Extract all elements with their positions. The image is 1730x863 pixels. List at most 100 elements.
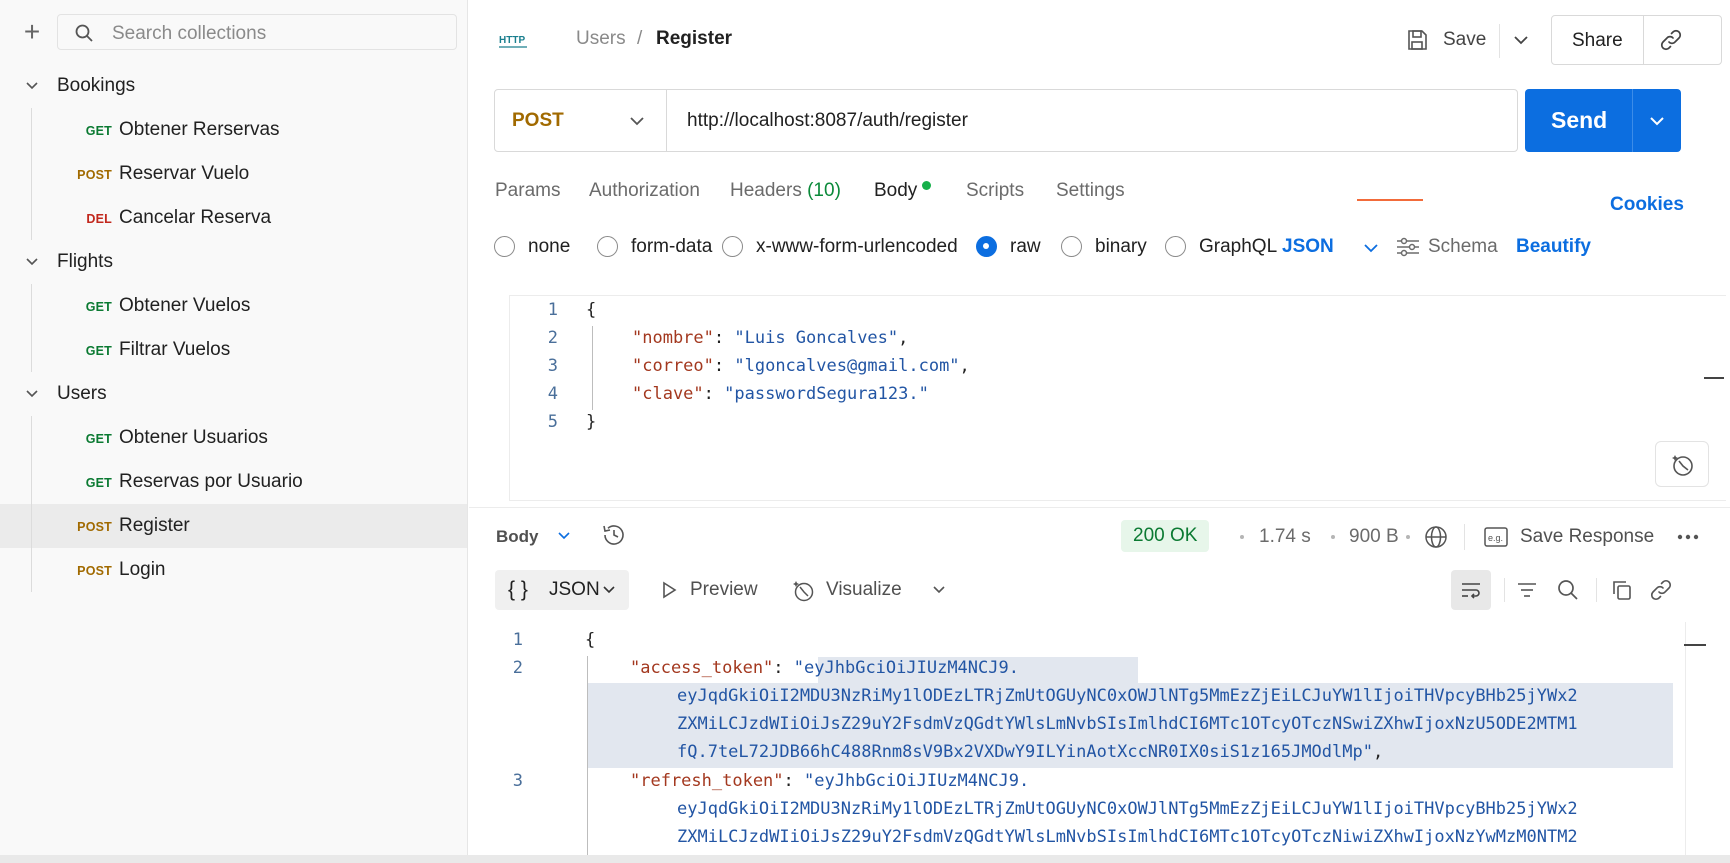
folder-bookings[interactable]: Bookings [0, 64, 467, 108]
code-wrap-line: fQ.7teL72JDB66hC488Rnm8sV9Bx2VXDwY9ILYin… [677, 742, 1384, 762]
tab-settings[interactable]: Settings [1056, 180, 1125, 202]
cookies-link[interactable]: Cookies [1610, 194, 1684, 216]
language-select[interactable]: JSON [1282, 236, 1334, 258]
filter-icon[interactable] [1515, 578, 1539, 602]
code-line: "refresh_token": "eyJhbGciOiJIUzM4NCJ9. [630, 771, 1030, 791]
method-badge: GET [85, 124, 112, 138]
visualize-tab[interactable]: Visualize [826, 579, 902, 601]
chevron-down-icon[interactable] [1362, 239, 1380, 257]
response-view-row: { } JSON Preview Visualize [469, 570, 1730, 616]
breadcrumb-parent[interactable]: Users [576, 28, 626, 50]
body-indicator-dot [922, 181, 932, 191]
request-item-register[interactable]: POST Register [0, 504, 467, 548]
history-icon[interactable] [601, 522, 627, 548]
collection-tree: Bookings GET Obtener Rerservas POST Rese… [0, 64, 467, 592]
copy-icon[interactable] [1610, 578, 1634, 602]
sidebar: + Search collections Bookings GET Obtene… [0, 0, 468, 855]
share-label: Share [1572, 30, 1623, 51]
scrollbar-thumb[interactable] [1684, 644, 1706, 646]
chevron-down-icon [26, 390, 38, 398]
separator-dot [1331, 535, 1335, 539]
json-string: fQ.7teL72JDB66hC488Rnm8sV9Bx2VXDwY9ILYin… [677, 742, 1363, 762]
request-item-login[interactable]: POST Login [0, 548, 467, 592]
request-item-reservar-vuelo[interactable]: POST Reservar Vuelo [0, 152, 467, 196]
scrollbar-track[interactable] [1685, 622, 1686, 855]
response-format-select[interactable]: { } JSON [495, 570, 629, 610]
tab-scripts[interactable]: Scripts [966, 180, 1024, 202]
url-input[interactable]: http://localhost:8087/auth/register [687, 110, 968, 132]
request-body-editor[interactable]: 1 2 3 4 5 { "nombre": "Luis Goncalves", … [509, 295, 1726, 501]
scrollbar-thumb[interactable] [1704, 377, 1724, 379]
globe-icon[interactable] [1423, 524, 1449, 550]
chevron-down-icon [603, 586, 615, 594]
search-icon[interactable] [1556, 578, 1580, 602]
link-icon[interactable] [1659, 28, 1683, 52]
json-key: "refresh_token" [630, 771, 784, 791]
folder-users[interactable]: Users [0, 372, 467, 416]
line-number: 2 [512, 658, 523, 678]
folder-flights[interactable]: Flights [0, 240, 467, 284]
request-label: Reservas por Usuario [119, 471, 303, 492]
method-badge: GET [85, 432, 112, 446]
preview-tab[interactable]: Preview [690, 579, 758, 601]
radio-label: binary [1095, 236, 1147, 257]
search-icon [75, 24, 93, 42]
request-label: Obtener Usuarios [119, 427, 268, 448]
radio-circle [1165, 236, 1186, 257]
response-size[interactable]: 900 B [1349, 526, 1399, 548]
chevron-down-icon[interactable] [556, 528, 572, 544]
radio-circle-selected [976, 236, 997, 257]
method-value: POST [512, 110, 564, 131]
search-collections-input[interactable]: Search collections [57, 14, 457, 50]
sliders-icon [1397, 237, 1419, 257]
ai-assist-button[interactable] [1655, 441, 1709, 487]
radio-circle [597, 236, 618, 257]
folder-label: Bookings [57, 75, 136, 96]
folder-label: Users [57, 383, 107, 404]
status-bar [0, 855, 1730, 863]
line-number: 2 [547, 328, 558, 348]
radio-circle [1061, 236, 1082, 257]
response-body-viewer[interactable]: 1 2 3 { "access_token": "eyJhbGciOiJIUzM… [469, 622, 1730, 855]
request-item-filtrar-vuelos[interactable]: GET Filtrar Vuelos [0, 328, 467, 372]
request-item-obtener-vuelos[interactable]: GET Obtener Vuelos [0, 284, 467, 328]
radio-circle [722, 236, 743, 257]
tab-headers[interactable]: Headers (10) [730, 180, 841, 202]
request-item-obtener-usuarios[interactable]: GET Obtener Usuarios [0, 416, 467, 460]
code-brace: { [586, 300, 597, 320]
request-label: Reservar Vuelo [119, 163, 250, 184]
response-view-select[interactable]: Body [496, 527, 539, 547]
code-wrap-line: ZXMiLCJzdWIiOiJsZ29uY2FsdmVzQGdtYWlsLmNv… [677, 827, 1578, 847]
breadcrumb-current[interactable]: Register [656, 28, 732, 50]
divider [1504, 578, 1505, 602]
chevron-down-icon[interactable] [931, 582, 947, 598]
beautify-button[interactable]: Beautify [1516, 236, 1591, 258]
send-button[interactable]: Send [1525, 89, 1681, 152]
play-icon [663, 581, 677, 599]
new-collection-plus-icon[interactable]: + [18, 18, 46, 46]
line-number: 1 [547, 300, 558, 320]
request-item-cancelar-reserva[interactable]: DEL Cancelar Reserva [0, 196, 467, 240]
share-button[interactable]: Share [1551, 15, 1722, 65]
request-item-reservas-por-usuario[interactable]: GET Reservas por Usuario [0, 460, 467, 504]
chevron-down-icon[interactable] [1512, 31, 1530, 49]
method-select[interactable]: POST [495, 90, 667, 151]
status-badge[interactable]: 200 OK [1121, 520, 1210, 552]
tab-body[interactable]: Body [874, 180, 932, 202]
method-badge: GET [85, 476, 112, 490]
code-line: "clave": "passwordSegura123." [632, 384, 929, 404]
response-time[interactable]: 1.74 s [1259, 526, 1311, 548]
tab-authorization[interactable]: Authorization [589, 180, 700, 202]
wrap-lines-button[interactable] [1451, 570, 1491, 610]
link-icon[interactable] [1649, 578, 1673, 602]
save-response-button[interactable]: Save Response [1520, 526, 1654, 548]
chevron-down-icon[interactable] [1648, 112, 1666, 130]
json-key: "nombre" [632, 328, 714, 348]
request-item-obtener-rerservas[interactable]: GET Obtener Rerservas [0, 108, 467, 152]
more-options-icon[interactable] [1676, 532, 1700, 542]
json-string: "passwordSegura123." [724, 384, 929, 404]
tab-body-label: Body [874, 180, 918, 201]
tab-params[interactable]: Params [495, 180, 560, 202]
send-label: Send [1551, 107, 1608, 133]
json-string: "lgoncalves@gmail.com" [734, 356, 960, 376]
